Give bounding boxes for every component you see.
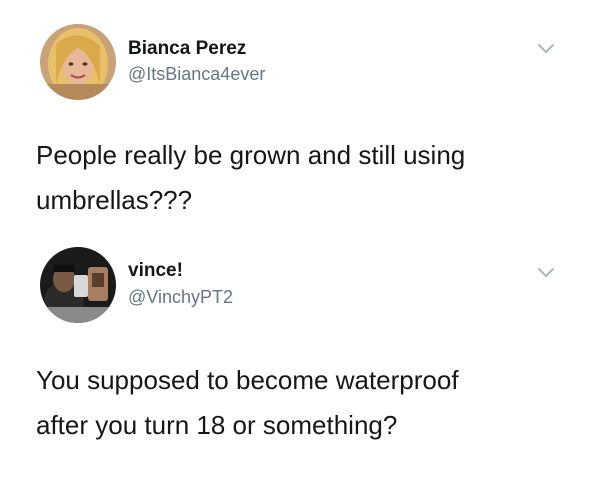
user-handle[interactable]: @VinchyPT2 xyxy=(128,287,233,308)
tweet-text-line: People really be grown and still using xyxy=(36,140,466,170)
tweet-text: People really be grown and still using u… xyxy=(36,133,576,223)
tweet-text-line: You supposed to become waterproof xyxy=(36,365,459,395)
tweet: Bianca Perez @ItsBianca4ever People real… xyxy=(0,0,600,240)
chevron-down-icon[interactable] xyxy=(536,266,556,280)
profile-photo-icon xyxy=(40,24,116,100)
display-name[interactable]: Bianca Perez xyxy=(128,38,246,60)
tweet-text: You supposed to become waterproof after … xyxy=(36,358,576,448)
tweet-text-line: umbrellas??? xyxy=(36,185,193,215)
tweet: vince! @VinchyPT2 You supposed to become… xyxy=(0,240,600,480)
user-handle[interactable]: @ItsBianca4ever xyxy=(128,64,265,85)
profile-photo-icon xyxy=(40,247,116,323)
display-name[interactable]: vince! xyxy=(128,260,183,282)
chevron-down-icon[interactable] xyxy=(536,42,556,56)
avatar[interactable] xyxy=(40,24,116,100)
tweet-text-line: after you turn 18 or something? xyxy=(36,410,398,440)
avatar[interactable] xyxy=(40,247,116,323)
